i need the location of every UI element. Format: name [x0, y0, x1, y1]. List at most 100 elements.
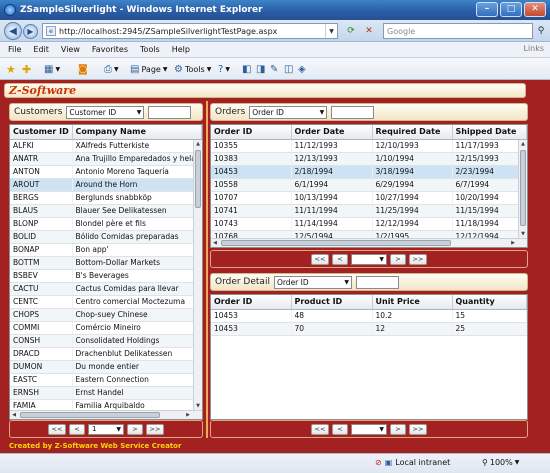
menu-favorites[interactable]: Favorites: [92, 45, 128, 54]
last-page-button[interactable]: >>: [409, 253, 427, 265]
menu-help[interactable]: Help: [172, 45, 190, 54]
maximize-button[interactable]: □: [500, 2, 522, 17]
next-page-button[interactable]: >: [390, 253, 406, 265]
stop-icon[interactable]: ✕: [362, 24, 376, 38]
menu-tools[interactable]: Tools: [140, 45, 160, 54]
order-row[interactable]: 10453 2/18/1994 3/18/1994 2/23/1994: [211, 165, 527, 179]
page-select[interactable]: ▼: [351, 423, 387, 435]
orders-hscrollbar[interactable]: ◀ ▶: [211, 238, 527, 247]
tools-menu[interactable]: ⚙ Tools ▼: [174, 62, 211, 76]
customer-row[interactable]: EASTC Eastern Connection: [10, 373, 202, 387]
customers-filter-select[interactable]: Customer ID ▼: [66, 105, 145, 119]
customer-row[interactable]: ANTON Antonio Moreno Taquería: [10, 165, 202, 179]
order-detail-filter-input[interactable]: [355, 275, 399, 289]
customer-row[interactable]: COMMI Comércio Mineiro: [10, 321, 202, 335]
orders-filter-input[interactable]: [331, 105, 375, 119]
toolbar-icon-2[interactable]: ◨: [256, 62, 265, 76]
prev-page-button[interactable]: <: [332, 423, 348, 435]
customer-row[interactable]: CACTU Cactus Comidas para llevar: [10, 282, 202, 296]
help-icon[interactable]: ? ▼: [218, 62, 230, 76]
scroll-down-icon[interactable]: ▼: [194, 402, 202, 410]
page-menu[interactable]: ▤ Page ▼: [130, 62, 167, 76]
scroll-up-icon[interactable]: ▲: [519, 140, 527, 148]
customer-row[interactable]: DUMON Du monde entier: [10, 360, 202, 374]
toolbar-icon-4[interactable]: ◫: [284, 62, 293, 76]
scroll-left-icon[interactable]: ◀: [211, 239, 219, 247]
order-row[interactable]: 10355 11/12/1993 12/10/1993 11/17/1993: [211, 139, 527, 153]
menu-file[interactable]: File: [8, 45, 21, 54]
orders-filter-select[interactable]: Order ID ▼: [249, 105, 328, 119]
url-input[interactable]: e http://localhost:2945/ZSampleSilverlig…: [42, 23, 338, 39]
order-row[interactable]: 10741 11/11/1994 11/25/1994 11/15/1994: [211, 204, 527, 218]
order-row[interactable]: 10383 12/13/1993 1/10/1994 12/15/1993: [211, 152, 527, 166]
order-detail-row[interactable]: 10453 70 12 25: [211, 322, 527, 336]
add-favorites-icon[interactable]: ✚: [22, 62, 31, 76]
next-page-button[interactable]: >: [127, 423, 143, 435]
first-page-button[interactable]: <<: [311, 253, 329, 265]
order-row[interactable]: 10707 10/13/1994 10/27/1994 10/20/1994: [211, 191, 527, 205]
close-button[interactable]: ✕: [524, 2, 546, 17]
customer-row[interactable]: BERGS Berglunds snabbköp: [10, 191, 202, 205]
menu-view[interactable]: View: [61, 45, 80, 54]
blocked-icon[interactable]: ⊘: [375, 458, 382, 467]
search-icon[interactable]: ⚲: [534, 24, 548, 38]
last-page-button[interactable]: >>: [146, 423, 164, 435]
customer-row[interactable]: CENTC Centro comercial Moctezuma: [10, 295, 202, 309]
forward-arrow-icon[interactable]: ▶: [23, 24, 38, 39]
back-arrow-icon[interactable]: ◀: [4, 22, 22, 40]
customer-row[interactable]: BSBEV B's Beverages: [10, 269, 202, 283]
customer-row[interactable]: BOTTM Bottom-Dollar Markets: [10, 256, 202, 270]
column-header[interactable]: Customer ID: [10, 125, 73, 140]
tabs-icon[interactable]: ▦ ▼: [44, 62, 60, 76]
order-row[interactable]: 10743 11/14/1994 12/12/1994 11/18/1994: [211, 217, 527, 231]
toolbar-icon-1[interactable]: ◧: [242, 62, 251, 76]
customers-hscrollbar[interactable]: ◀ ▶: [10, 410, 202, 419]
url-dropdown-icon[interactable]: ▼: [325, 24, 337, 38]
first-page-button[interactable]: <<: [48, 423, 66, 435]
customer-row[interactable]: BLONP Blondel père et fils: [10, 217, 202, 231]
column-header[interactable]: Company Name: [72, 125, 202, 140]
prev-page-button[interactable]: <: [332, 253, 348, 265]
scroll-left-icon[interactable]: ◀: [10, 411, 18, 419]
favorites-star-icon[interactable]: ★: [6, 62, 16, 76]
security-zone-label[interactable]: Local intranet: [395, 458, 450, 467]
toolbar-icon-3[interactable]: ✎: [270, 62, 278, 76]
scroll-right-icon[interactable]: ▶: [509, 239, 517, 247]
customer-row[interactable]: BOLID Bólido Comidas preparadas: [10, 230, 202, 244]
customer-row[interactable]: CHOPS Chop-suey Chinese: [10, 308, 202, 322]
vertical-splitter[interactable]: [206, 101, 208, 438]
orders-vscrollbar[interactable]: ▲ ▼: [518, 140, 527, 238]
column-header[interactable]: Product ID: [291, 295, 373, 310]
customers-vscrollbar[interactable]: ▲ ▼: [193, 140, 202, 410]
scroll-thumb[interactable]: [221, 240, 451, 246]
order-row[interactable]: 10558 6/1/1994 6/29/1994 6/7/1994: [211, 178, 527, 192]
column-header[interactable]: Required Date: [372, 125, 453, 140]
toolbar-icon-5[interactable]: ◈: [298, 62, 306, 76]
menu-edit[interactable]: Edit: [33, 45, 49, 54]
next-page-button[interactable]: >: [390, 423, 406, 435]
links-label[interactable]: Links: [523, 44, 544, 53]
customer-row[interactable]: BONAP Bon app': [10, 243, 202, 257]
print-icon[interactable]: ⎙ ▼: [104, 62, 119, 76]
column-header[interactable]: Order ID: [211, 295, 292, 310]
customers-filter-input[interactable]: [148, 105, 192, 119]
scroll-up-icon[interactable]: ▲: [194, 140, 202, 148]
customer-row[interactable]: ERNSH Ernst Handel: [10, 386, 202, 400]
feeds-icon[interactable]: ◙: [78, 62, 88, 76]
column-header[interactable]: Order Date: [291, 125, 373, 140]
page-select[interactable]: 1 ▼: [88, 423, 124, 435]
column-header[interactable]: Unit Price: [372, 295, 453, 310]
search-input[interactable]: Google: [383, 23, 533, 39]
scroll-thumb[interactable]: [520, 150, 526, 226]
customer-row[interactable]: BLAUS Blauer See Delikatessen: [10, 204, 202, 218]
order-detail-row[interactable]: 10453 48 10.2 15: [211, 309, 527, 323]
minimize-button[interactable]: –: [476, 2, 498, 17]
column-header[interactable]: Quantity: [452, 295, 527, 310]
refresh-icon[interactable]: ⟳: [344, 24, 358, 38]
first-page-button[interactable]: <<: [311, 423, 329, 435]
scroll-thumb[interactable]: [195, 150, 201, 208]
customer-row[interactable]: DRACD Drachenblut Delikatessen: [10, 347, 202, 361]
customer-row[interactable]: CONSH Consolidated Holdings: [10, 334, 202, 348]
last-page-button[interactable]: >>: [409, 423, 427, 435]
customer-row[interactable]: ALFKI XAlfreds Futterkiste: [10, 139, 202, 153]
